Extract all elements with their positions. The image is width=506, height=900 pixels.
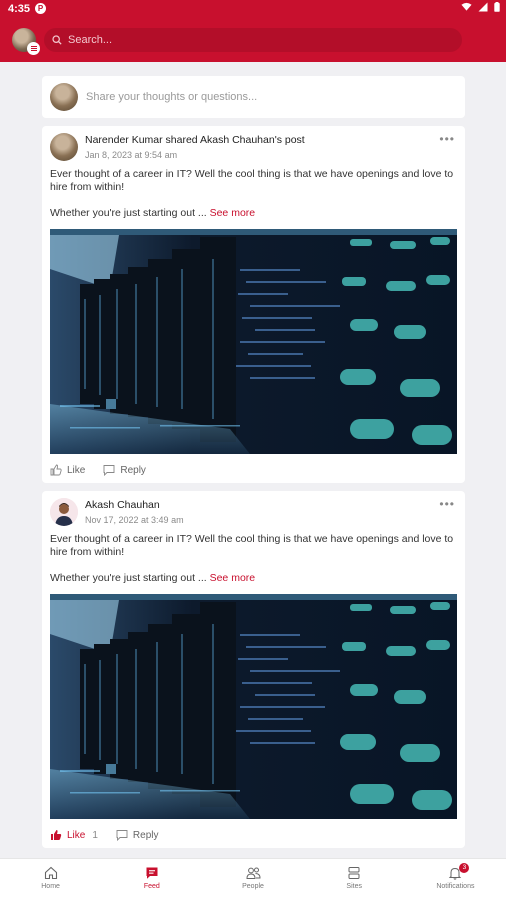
- nav-people[interactable]: People: [202, 859, 303, 900]
- post-body: Ever thought of a career in IT? Well the…: [50, 168, 455, 220]
- post-composer[interactable]: Share your thoughts or questions...: [42, 76, 465, 118]
- like-label: Like: [67, 829, 86, 841]
- composer-prompt[interactable]: Share your thoughts or questions...: [86, 91, 257, 103]
- home-icon: [44, 866, 57, 880]
- nav-home[interactable]: Home: [0, 859, 101, 900]
- reply-button[interactable]: Reply: [116, 829, 159, 841]
- more-options-icon[interactable]: •••: [439, 497, 455, 511]
- comment-icon: [103, 465, 115, 476]
- author-avatar[interactable]: [50, 498, 78, 526]
- author-avatar[interactable]: [50, 133, 78, 161]
- post-text: Ever thought of a career in IT? Well the…: [50, 533, 454, 558]
- nav-feed-label: Feed: [143, 883, 160, 890]
- nav-people-label: People: [242, 883, 264, 890]
- search-bar[interactable]: Search...: [44, 28, 462, 52]
- status-bar: 4:35 P: [0, 0, 506, 18]
- post-image[interactable]: [50, 594, 457, 819]
- search-input[interactable]: Search...: [68, 34, 112, 46]
- post-date: Jan 8, 2023 at 9:54 am: [85, 150, 178, 160]
- thumbs-up-icon: [50, 464, 62, 476]
- server-room-image: [50, 594, 457, 819]
- nav-sites[interactable]: Sites: [304, 859, 405, 900]
- post-actions: Like Reply: [50, 462, 164, 478]
- notification-count-badge: 3: [459, 863, 470, 873]
- like-button[interactable]: Like: [50, 464, 85, 476]
- post-body: Ever thought of a career in IT? Well the…: [50, 533, 455, 585]
- profile-menu-button[interactable]: [12, 28, 40, 55]
- signal-icon: [478, 2, 488, 12]
- wifi-icon: [461, 2, 472, 11]
- app-notification-icon: P: [35, 3, 46, 14]
- post-image[interactable]: [50, 229, 457, 454]
- people-icon: [245, 867, 261, 879]
- post-text: Ever thought of a career in IT? Well the…: [50, 168, 454, 193]
- post-text-continued: Whether you're just starting out ... See…: [50, 572, 455, 585]
- like-button[interactable]: Like 1: [50, 829, 98, 841]
- post-text-continued: Whether you're just starting out ... See…: [50, 207, 455, 220]
- sites-icon: [348, 867, 360, 879]
- app-header: 4:35 P Search...: [0, 0, 506, 62]
- like-label: Like: [67, 464, 86, 476]
- post-excerpt: Whether you're just starting out ...: [50, 207, 207, 219]
- reply-label: Reply: [132, 829, 159, 841]
- status-time: 4:35: [8, 3, 31, 15]
- thumbs-up-filled-icon: [51, 830, 62, 840]
- more-options-icon[interactable]: •••: [439, 132, 455, 146]
- comment-icon: [116, 830, 128, 841]
- post-author[interactable]: Akash Chauhan: [85, 499, 160, 511]
- nav-home-label: Home: [41, 883, 60, 890]
- nav-notifications[interactable]: 3 Notifications: [405, 859, 506, 900]
- post-excerpt: Whether you're just starting out ...: [50, 572, 207, 584]
- feed-icon: [146, 867, 158, 879]
- feed-post: Narender Kumar shared Akash Chauhan's po…: [42, 126, 465, 483]
- see-more-link[interactable]: See more: [210, 207, 256, 219]
- see-more-link[interactable]: See more: [210, 572, 256, 584]
- post-actions: Like 1 Reply: [50, 827, 177, 843]
- like-count: 1: [92, 829, 98, 841]
- user-avatar: [50, 83, 78, 111]
- person-photo: [50, 498, 78, 526]
- nav-notifications-label: Notifications: [436, 883, 475, 890]
- post-author[interactable]: Narender Kumar shared Akash Chauhan's po…: [85, 134, 305, 146]
- nav-feed[interactable]: Feed: [101, 859, 202, 900]
- reply-button[interactable]: Reply: [103, 464, 146, 476]
- feed-post: Akash Chauhan Nov 17, 2022 at 3:49 am ••…: [42, 491, 465, 848]
- system-icons: [461, 2, 500, 12]
- search-icon: [52, 35, 62, 45]
- battery-icon: [494, 2, 500, 12]
- bottom-navigation: Home Feed People Sites 3 Notifications: [0, 858, 506, 900]
- menu-icon: [27, 42, 40, 55]
- reply-label: Reply: [120, 464, 146, 476]
- server-room-image: [50, 229, 457, 454]
- nav-sites-label: Sites: [346, 883, 362, 890]
- post-date: Nov 17, 2022 at 3:49 am: [85, 515, 184, 525]
